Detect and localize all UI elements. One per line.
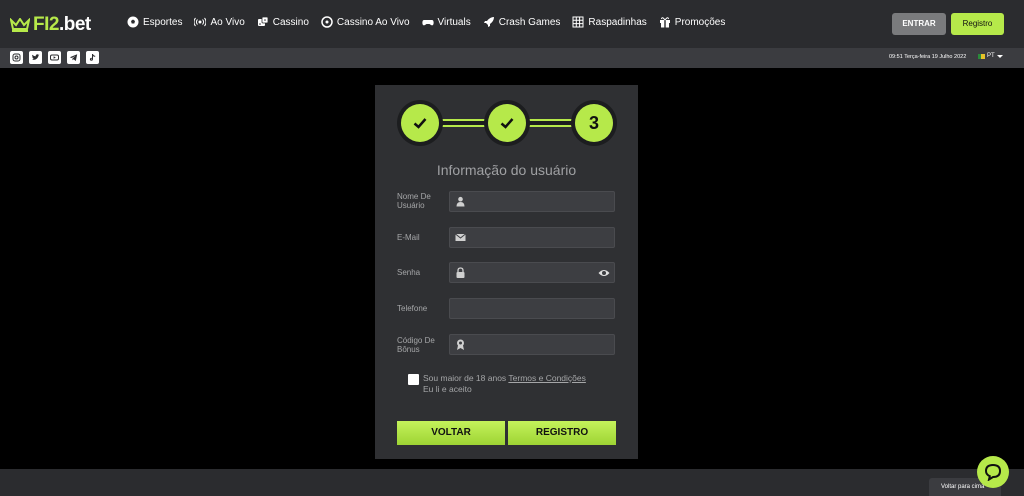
form-title: Informação do usuário: [436, 162, 577, 178]
back-button[interactable]: VOLTAR: [397, 421, 505, 445]
registration-stepper: 3: [397, 100, 617, 146]
gamepad-icon: [421, 20, 434, 26]
bonus-code-field[interactable]: [449, 334, 615, 355]
nav-label: Cassino: [272, 16, 309, 28]
nav-label: Ao Vivo: [210, 16, 245, 28]
terms-text: Sou maior de 18 anos Termos e Condições …: [423, 373, 586, 395]
nav-item-promocoes[interactable]: Promoções: [659, 16, 726, 28]
checkmark-icon: [413, 118, 427, 129]
youtube-icon[interactable]: [48, 51, 61, 64]
step-1: [397, 100, 443, 146]
checkmark-icon: [500, 118, 514, 129]
user-icon: [454, 196, 466, 208]
grid-icon: [572, 16, 584, 28]
chat-button[interactable]: [977, 456, 1009, 488]
terms-agreement: Sou maior de 18 anos Termos e Condições …: [408, 373, 586, 395]
step-2: [484, 100, 530, 146]
main-nav: Esportes Ao Vivo Cassino Cassino Ao Vivo…: [127, 16, 725, 28]
footer: [0, 469, 1024, 496]
nav-label: Raspadinhas: [588, 16, 647, 28]
nav-label: Promoções: [674, 16, 726, 28]
age-terms-checkbox[interactable]: [408, 374, 419, 385]
nav-label: Crash Games: [498, 16, 561, 28]
nav-label: Cassino Ao Vivo: [336, 16, 410, 28]
language-label: PT: [987, 53, 995, 59]
sub-header-bar: 09:51 Terça-feira 19 Julho 2022 PT: [0, 48, 1024, 68]
social-links: [10, 51, 99, 64]
soccer-ball-icon: [127, 16, 139, 28]
nav-item-virtuals[interactable]: Virtuals: [421, 16, 471, 28]
nav-item-crash-games[interactable]: Crash Games: [483, 16, 561, 28]
badge-icon: [454, 339, 466, 351]
phone-label: Telefone: [397, 304, 428, 313]
current-datetime: 09:51 Terça-feira 19 Julho 2022: [889, 54, 967, 60]
phone-field[interactable]: [449, 298, 615, 319]
terms-link[interactable]: Termos e Condições: [508, 373, 585, 383]
age-text: Sou maior de 18 anos: [423, 373, 507, 383]
logo-domain-text: .bet: [58, 14, 91, 35]
envelope-icon: [454, 232, 466, 244]
username-field[interactable]: [449, 191, 615, 212]
twitter-icon[interactable]: [29, 51, 42, 64]
nav-item-cassino-ao-vivo[interactable]: Cassino Ao Vivo: [321, 16, 410, 28]
logo[interactable]: FI2.bet: [10, 14, 91, 36]
username-label: Nome De Usuário: [397, 192, 431, 210]
tiktok-icon[interactable]: [86, 51, 99, 64]
language-selector[interactable]: PT: [978, 53, 1003, 59]
gift-icon: [659, 17, 670, 28]
registration-form: 3 Informação do usuário Nome De Usuário …: [375, 85, 638, 459]
lock-icon: [454, 267, 466, 279]
nav-item-esportes[interactable]: Esportes: [127, 16, 182, 28]
submit-register-button[interactable]: REGISTRO: [508, 421, 616, 445]
bonus-code-label: Código De Bônus: [397, 336, 435, 354]
rocket-icon: [483, 17, 494, 27]
accept-text: Eu li e aceito: [423, 384, 472, 394]
nav-label: Esportes: [143, 16, 183, 28]
crown-icon: [10, 18, 30, 32]
logo-brand-text: FI2: [33, 14, 59, 35]
nav-item-cassino[interactable]: Cassino: [257, 16, 309, 28]
nav-item-raspadinhas[interactable]: Raspadinhas: [572, 16, 647, 28]
email-label: E-Mail: [397, 233, 420, 242]
register-button[interactable]: Registro: [951, 13, 1004, 35]
roulette-icon: [321, 16, 333, 28]
top-navbar: FI2.bet Esportes Ao Vivo Cassino Cassino…: [0, 0, 1024, 48]
login-button[interactable]: ENTRAR: [892, 13, 946, 35]
step-3: 3: [571, 100, 617, 146]
chevron-down-icon: [996, 54, 1003, 58]
dice-icon: [257, 16, 269, 26]
instagram-icon[interactable]: [10, 51, 23, 64]
nav-item-ao-vivo[interactable]: Ao Vivo: [194, 16, 245, 28]
nav-label: Virtuals: [437, 16, 471, 28]
brazil-flag-icon: [978, 53, 985, 59]
password-label: Senha: [397, 268, 421, 277]
password-field[interactable]: [449, 262, 615, 283]
email-field[interactable]: [449, 227, 615, 248]
chat-bubble-icon: [984, 463, 1002, 481]
step-number: 3: [575, 104, 613, 142]
eye-icon[interactable]: [598, 267, 610, 279]
telegram-icon[interactable]: [67, 51, 80, 64]
broadcast-icon: [194, 17, 207, 27]
